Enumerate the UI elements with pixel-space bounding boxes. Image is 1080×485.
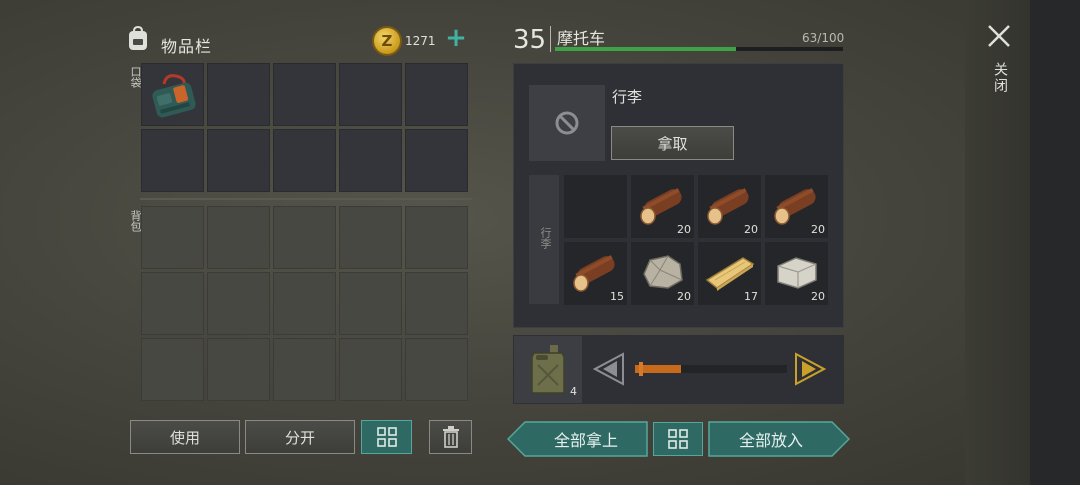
- log-icon: [707, 188, 749, 225]
- pocket-slot[interactable]: [339, 129, 402, 192]
- screen-edge: [1030, 0, 1080, 485]
- delete-button[interactable]: [429, 420, 472, 454]
- storage-side-tab: 行李: [529, 175, 559, 304]
- take-button[interactable]: 拿取: [611, 126, 734, 160]
- grid-sort-icon: [376, 427, 397, 447]
- log-icon: [640, 188, 682, 225]
- backpack-slot[interactable]: [339, 206, 402, 269]
- sort-button[interactable]: [361, 420, 412, 454]
- inventory-title: 物品栏: [161, 37, 213, 56]
- pocket-slot[interactable]: [339, 63, 402, 126]
- limestone-icon: [777, 257, 817, 289]
- backpack-slot[interactable]: [405, 338, 468, 401]
- trash-icon: [442, 426, 459, 448]
- durability-text: 63/100: [802, 31, 845, 45]
- vehicle-name: 摩托车: [557, 29, 606, 48]
- pocket-slot[interactable]: [141, 63, 204, 126]
- backpack-slot[interactable]: [339, 338, 402, 401]
- storage-slot[interactable]: 20: [631, 242, 694, 305]
- take-all-button[interactable]: 全部拿上: [525, 421, 647, 457]
- pocket-slot[interactable]: [207, 63, 270, 126]
- storage-slot[interactable]: 20: [765, 242, 828, 305]
- equipment-slot[interactable]: [529, 85, 605, 161]
- amount-slider-handle[interactable]: [639, 362, 643, 376]
- green-bag-icon: [152, 74, 196, 118]
- backpack-slot[interactable]: [405, 206, 468, 269]
- backpack-slot[interactable]: [141, 206, 204, 269]
- vehicle-level: 35: [513, 25, 547, 55]
- add-coins-button[interactable]: +: [444, 25, 468, 51]
- coin-count: 1271: [405, 34, 436, 48]
- backpack-grid: [141, 206, 468, 401]
- level-separator: [550, 26, 551, 52]
- storage-title: 行李: [612, 88, 643, 106]
- pocket-slot[interactable]: [207, 129, 270, 192]
- storage-side-label: 行李: [539, 227, 552, 249]
- pocket-slot[interactable]: [273, 129, 336, 192]
- storage-slot[interactable]: 20: [698, 175, 761, 238]
- use-button[interactable]: 使用: [130, 420, 240, 454]
- durability-bar-fill: [555, 47, 736, 51]
- storage-slot[interactable]: 15: [564, 242, 627, 305]
- increase-arrow-icon[interactable]: [794, 352, 826, 386]
- backpack-slot[interactable]: [339, 272, 402, 335]
- blocked-icon: [555, 111, 579, 135]
- storage-slot[interactable]: 17: [698, 242, 761, 305]
- section-divider: [140, 198, 472, 200]
- storage-slot[interactable]: 20: [765, 175, 828, 238]
- log-icon: [573, 255, 615, 292]
- backpack-slot[interactable]: [207, 338, 270, 401]
- coin-icon: Z: [372, 26, 402, 56]
- jerrycan-icon: [531, 345, 565, 394]
- stone-icon: [643, 255, 683, 289]
- backpack-slot[interactable]: [141, 272, 204, 335]
- backpack-slot[interactable]: [207, 206, 270, 269]
- close-label[interactable]: 关闭: [990, 62, 1010, 94]
- split-button[interactable]: 分开: [245, 420, 355, 454]
- pocket-slot[interactable]: [273, 63, 336, 126]
- storage-slot[interactable]: [564, 175, 627, 238]
- pocket-grid: [141, 63, 468, 192]
- backpack-slot[interactable]: [273, 272, 336, 335]
- storage-grid: 20 20 20 15 20 17 20: [564, 175, 828, 305]
- backpack-slot[interactable]: [405, 272, 468, 335]
- put-all-button[interactable]: 全部放入: [709, 421, 833, 457]
- plank-icon: [705, 257, 755, 291]
- decrease-arrow-icon[interactable]: [593, 352, 625, 386]
- pocket-slot[interactable]: [405, 129, 468, 192]
- sort-storage-button[interactable]: [653, 422, 703, 456]
- storage-slot[interactable]: 20: [631, 175, 694, 238]
- log-icon: [774, 188, 816, 225]
- backpack-slot[interactable]: [207, 272, 270, 335]
- backpack-slot[interactable]: [141, 338, 204, 401]
- pocket-slot[interactable]: [405, 63, 468, 126]
- grid-sort-icon: [668, 429, 688, 449]
- backpack-slot[interactable]: [273, 338, 336, 401]
- close-icon[interactable]: [985, 22, 1013, 50]
- backpack-slot[interactable]: [273, 206, 336, 269]
- pocket-slot[interactable]: [141, 129, 204, 192]
- fuel-quantity: 4: [570, 385, 577, 398]
- backpack-icon: [129, 26, 147, 50]
